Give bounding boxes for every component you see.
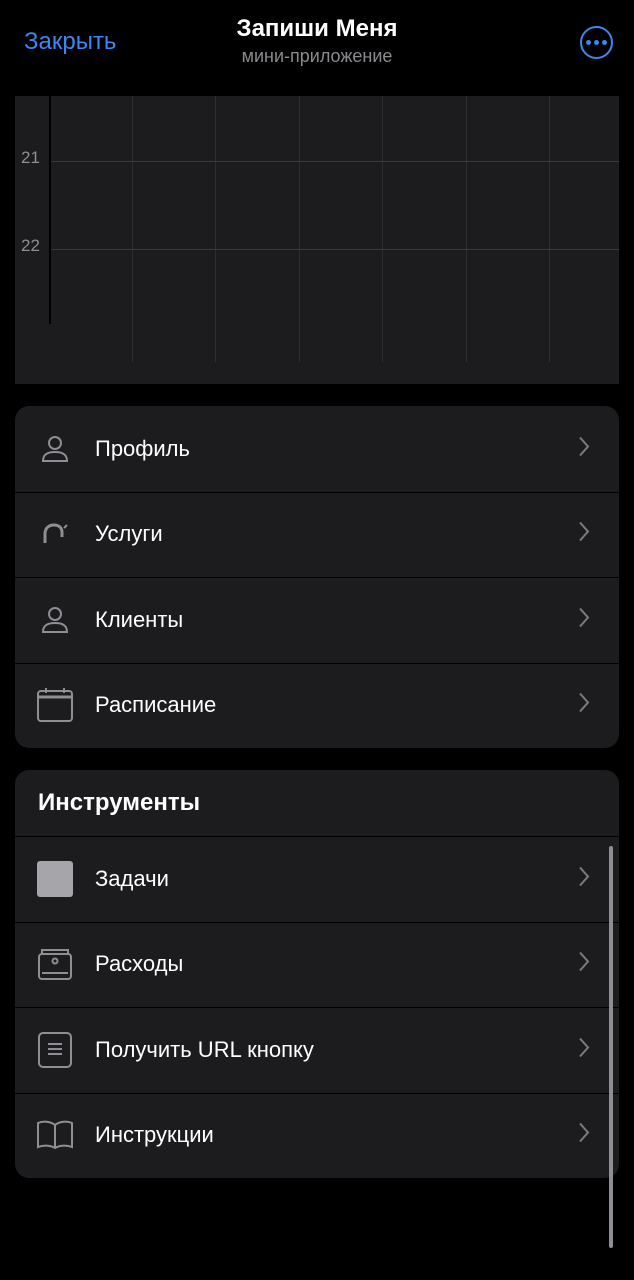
wallet-icon <box>37 946 73 982</box>
square-icon <box>37 860 73 897</box>
calendar-time-axis <box>49 96 51 324</box>
tools-item-tasks[interactable]: Задачи <box>15 836 619 922</box>
chevron-right-icon <box>577 865 591 892</box>
tools-item-label: Получить URL кнопку <box>95 1036 314 1062</box>
chevron-right-icon <box>577 435 591 462</box>
calendar-hour-line <box>51 161 619 162</box>
calendar-icon <box>37 687 73 723</box>
app-subtitle: мини-приложение <box>241 46 393 66</box>
calendar-hour-label: 21 <box>21 148 40 167</box>
menu-item-profile[interactable]: Профиль <box>15 406 619 492</box>
calendar-day-divider <box>299 96 300 362</box>
calendar-hour-line <box>51 249 619 250</box>
menu-item-label: Клиенты <box>95 606 184 632</box>
calendar-day-divider <box>132 96 133 362</box>
main-menu: Профиль Услуги Клиенты Расписание <box>15 406 619 748</box>
calendar-day-divider <box>549 96 550 362</box>
ellipsis-circle-icon[interactable] <box>580 26 613 59</box>
chevron-right-icon <box>577 1036 591 1063</box>
tools-menu: Инструменты Задачи Расходы Получить URL … <box>15 770 619 1178</box>
calendar-day-divider <box>215 96 216 362</box>
calendar-grid[interactable]: 21 22 <box>15 96 619 384</box>
tools-item-expenses[interactable]: Расходы <box>15 921 619 1008</box>
book-icon <box>37 1117 73 1153</box>
chevron-right-icon <box>577 521 591 548</box>
menu-item-label: Расписание <box>95 692 217 718</box>
chevron-right-icon <box>577 692 591 719</box>
chevron-right-icon <box>577 1122 591 1149</box>
tools-item-url-button[interactable]: Получить URL кнопку <box>15 1007 619 1093</box>
document-icon <box>37 1031 73 1068</box>
menu-item-clients[interactable]: Клиенты <box>15 577 619 663</box>
calendar-hour-label: 22 <box>21 236 40 255</box>
calendar-day-divider <box>382 96 383 362</box>
app-title: Запиши Меня <box>236 15 398 42</box>
scrollbar[interactable] <box>609 846 613 1248</box>
tools-item-label: Расходы <box>95 951 184 977</box>
tools-item-label: Задачи <box>95 865 169 891</box>
menu-item-label: Профиль <box>95 435 190 461</box>
tools-section-title: Инструменты <box>38 789 201 816</box>
chevron-right-icon <box>577 951 591 978</box>
person-icon <box>37 431 73 467</box>
tools-item-instructions[interactable]: Инструкции <box>15 1092 619 1179</box>
person-icon <box>37 602 73 638</box>
menu-item-schedule[interactable]: Расписание <box>15 662 619 749</box>
services-icon <box>37 516 73 552</box>
chevron-right-icon <box>577 606 591 633</box>
header: Закрыть Запиши Меня мини-приложение <box>0 0 634 90</box>
calendar-day-divider <box>466 96 467 362</box>
menu-item-services[interactable]: Услуги <box>15 491 619 578</box>
tools-item-label: Инструкции <box>95 1122 214 1148</box>
title-block: Запиши Меня мини-приложение <box>0 14 634 68</box>
menu-item-label: Услуги <box>95 521 163 547</box>
